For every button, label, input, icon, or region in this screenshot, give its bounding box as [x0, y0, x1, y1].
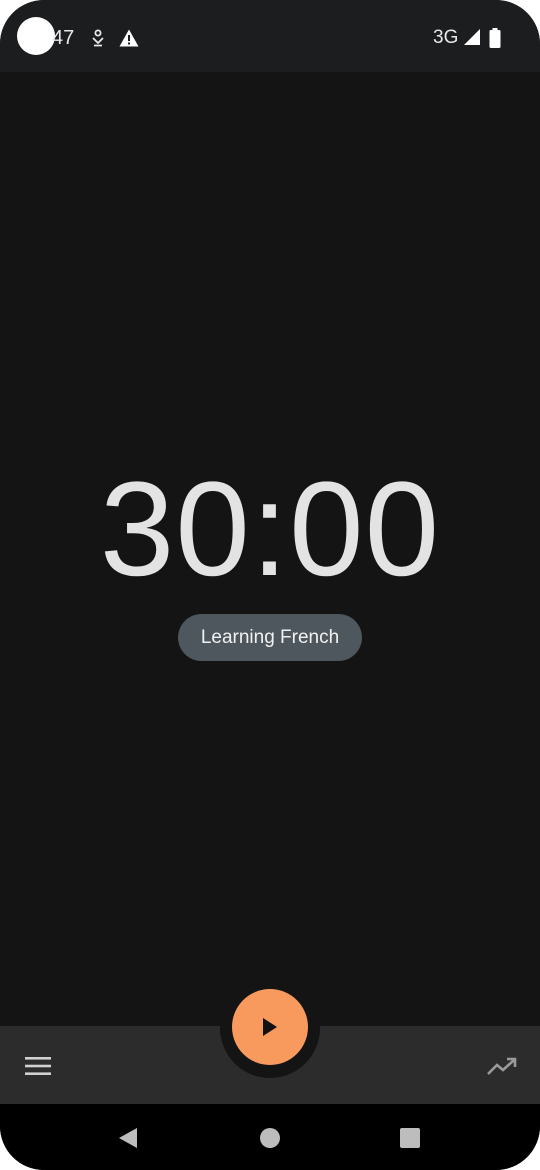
app-notification-icon	[89, 28, 107, 48]
camera-cutout	[17, 17, 55, 55]
menu-icon	[25, 1057, 51, 1075]
statistics-button[interactable]	[482, 1046, 522, 1086]
home-icon	[260, 1128, 280, 1148]
menu-button[interactable]	[18, 1046, 58, 1086]
status-bar	[0, 0, 540, 72]
signal-icon	[463, 28, 481, 46]
play-icon	[263, 1018, 277, 1036]
recents-button[interactable]	[392, 1120, 428, 1156]
trending-up-icon	[487, 1057, 517, 1075]
back-icon	[119, 1128, 137, 1148]
task-chip[interactable]: Learning French	[178, 614, 362, 661]
timer-display: 30:00	[99, 455, 441, 604]
network-type: 3G	[433, 27, 459, 48]
warning-icon	[118, 28, 140, 48]
recents-icon	[400, 1128, 420, 1148]
phone-screen: 47 3G 30:00 Learning French	[0, 0, 540, 1170]
back-button[interactable]	[110, 1120, 146, 1156]
home-button[interactable]	[252, 1120, 288, 1156]
task-chip-label: Learning French	[200, 626, 340, 648]
battery-icon	[489, 27, 501, 48]
status-time: 47	[52, 27, 75, 49]
play-button[interactable]	[232, 989, 308, 1065]
